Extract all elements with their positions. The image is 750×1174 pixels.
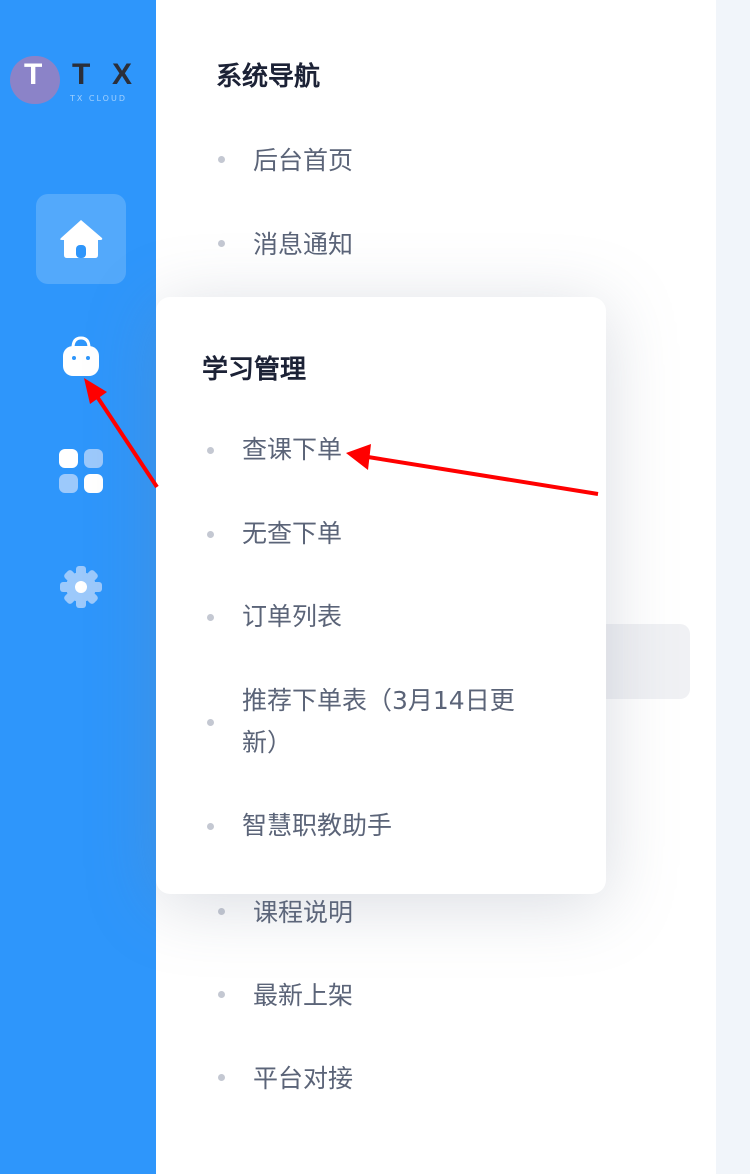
logo-letter: T bbox=[24, 58, 43, 91]
bullet-dot bbox=[207, 530, 214, 538]
nav-item-label: 课程说明 bbox=[253, 898, 354, 927]
bullet-dot bbox=[218, 155, 225, 163]
popup-item-label: 推荐下单表（3月14日更新） bbox=[242, 686, 515, 757]
logo-letter: X bbox=[112, 58, 133, 91]
popup-item-label: 智慧职教助手 bbox=[242, 811, 393, 840]
home-icon bbox=[60, 220, 103, 258]
nav-item-platform-integration[interactable]: 平台对接 bbox=[218, 1059, 353, 1095]
nav-item-new-arrivals[interactable]: 最新上架 bbox=[218, 976, 353, 1012]
nav-title: 系统导航 bbox=[216, 62, 321, 92]
popup-item-course-order[interactable]: 查课下单 bbox=[207, 429, 537, 471]
rail-home-button[interactable] bbox=[36, 194, 126, 284]
bullet-dot bbox=[218, 239, 225, 247]
apps-grid-icon bbox=[59, 449, 103, 493]
popup-item-label: 查课下单 bbox=[242, 435, 343, 464]
nav-item-dashboard[interactable]: 后台首页 bbox=[218, 141, 353, 177]
bullet-dot bbox=[218, 907, 225, 915]
popup-item-order-list[interactable]: 订单列表 bbox=[207, 596, 537, 638]
bullet-dot bbox=[207, 718, 214, 726]
shopping-bag-icon bbox=[63, 336, 99, 376]
rail-settings-button[interactable] bbox=[36, 542, 126, 632]
bullet-dot bbox=[218, 1073, 225, 1081]
nav-item-label: 平台对接 bbox=[253, 1064, 354, 1093]
nav-item-label: 最新上架 bbox=[253, 981, 354, 1010]
icon-rail: T T X TX CLOUD bbox=[0, 0, 156, 1174]
popup-item-vocational-assistant[interactable]: 智慧职教助手 bbox=[207, 805, 537, 847]
logo-letter: T bbox=[72, 58, 91, 91]
gear-icon bbox=[60, 566, 102, 608]
bullet-dot bbox=[207, 822, 214, 830]
rail-apps-button[interactable] bbox=[36, 426, 126, 516]
bullet-dot bbox=[218, 990, 225, 998]
nav-item-label: 后台首页 bbox=[253, 146, 354, 175]
logo-subtitle: TX CLOUD bbox=[70, 94, 127, 103]
logo-badge: T bbox=[10, 56, 60, 104]
bullet-dot bbox=[207, 613, 214, 621]
nav-item-label: 消息通知 bbox=[253, 230, 354, 259]
nav-item-course-info[interactable]: 课程说明 bbox=[218, 893, 353, 929]
popup-item-recommended-order-sheet[interactable]: 推荐下单表（3月14日更新） bbox=[207, 680, 537, 764]
bullet-dot bbox=[207, 446, 214, 454]
study-management-popup: 学习管理 查课下单 无查下单 订单列表 推荐下单表（3月14日更新） 智慧职教助… bbox=[156, 297, 606, 894]
rail-study-button[interactable] bbox=[36, 312, 126, 402]
logo[interactable]: T T X TX CLOUD bbox=[10, 56, 150, 106]
popup-item-label: 无查下单 bbox=[242, 519, 343, 548]
nav-item-notifications[interactable]: 消息通知 bbox=[218, 225, 353, 261]
popup-item-direct-order[interactable]: 无查下单 bbox=[207, 513, 537, 555]
popup-title: 学习管理 bbox=[202, 355, 307, 385]
popup-item-label: 订单列表 bbox=[242, 602, 343, 631]
